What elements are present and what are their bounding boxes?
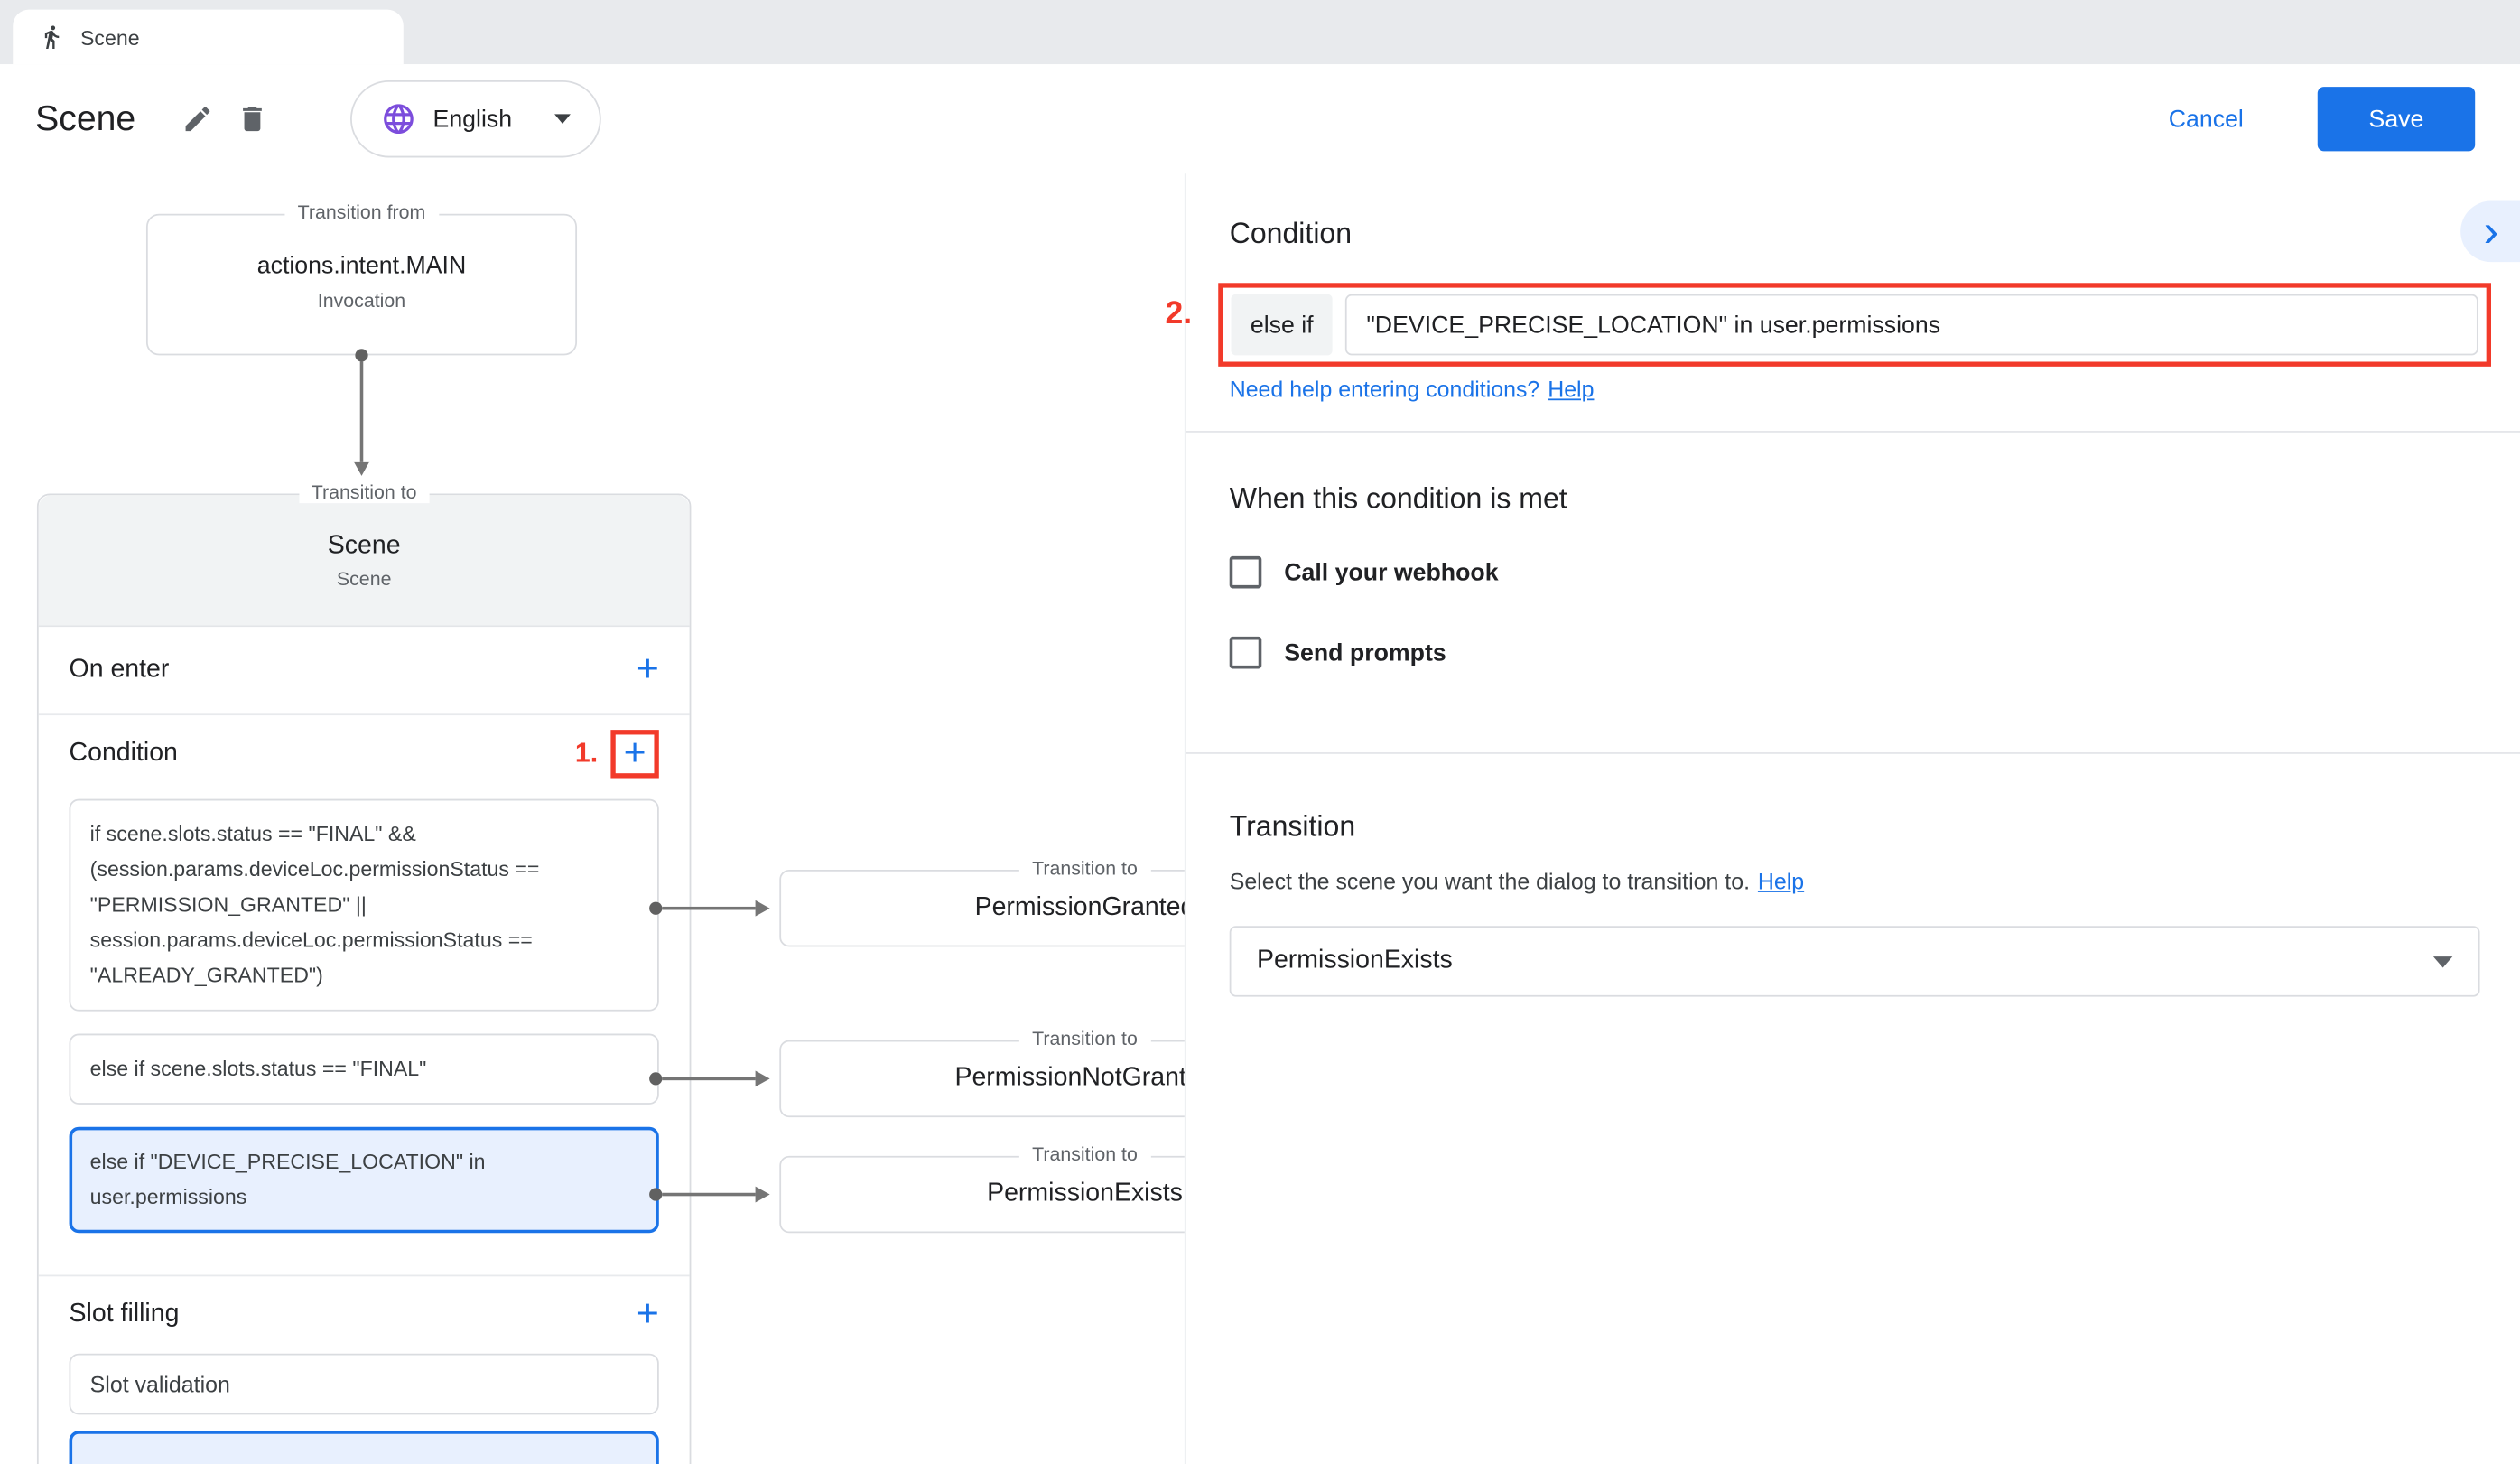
node-type: Invocation bbox=[148, 289, 575, 312]
app-window: Scene Scene English Cancel Save Transiti… bbox=[0, 0, 2520, 1464]
transition-description: Select the scene you want the dialog to … bbox=[1230, 868, 1804, 893]
target-name: PermissionGranted bbox=[975, 894, 1185, 923]
add-condition-button[interactable]: + bbox=[624, 733, 646, 775]
condition-editor-panel: Condition › 2. else if Need help enterin… bbox=[1185, 173, 2520, 1464]
on-enter-section: On enter + bbox=[39, 627, 690, 715]
connector-line bbox=[662, 1077, 755, 1081]
globe-icon bbox=[382, 101, 417, 136]
node-name: actions.intent.MAIN bbox=[148, 252, 575, 279]
when-met-title: When this condition is met bbox=[1230, 482, 1567, 516]
webhook-checkbox-row[interactable]: Call your webhook bbox=[1230, 556, 1499, 589]
arrow-right-icon bbox=[756, 1187, 770, 1203]
edge-label: Transition to bbox=[1019, 1143, 1150, 1166]
annotation-box-1: + bbox=[610, 730, 658, 778]
scene-name: Scene bbox=[328, 531, 401, 560]
send-prompts-checkbox[interactable] bbox=[1230, 637, 1262, 669]
tab-bar: Scene bbox=[0, 0, 2520, 64]
condition-item-2[interactable]: else if scene.slots.status == "FINAL" bbox=[70, 1034, 659, 1105]
condition-section: Condition 1. + if scene.slots.status == … bbox=[39, 715, 690, 1276]
app-header: Scene English Cancel Save bbox=[0, 64, 2520, 173]
help-prompt: Need help entering conditions? bbox=[1230, 377, 1540, 402]
cancel-button[interactable]: Cancel bbox=[2159, 104, 2253, 135]
connector-dot bbox=[649, 902, 662, 915]
scene-card-header[interactable]: Scene Scene bbox=[39, 495, 690, 627]
transition-select-value: PermissionExists bbox=[1257, 946, 1453, 975]
partial-selected-item[interactable] bbox=[70, 1431, 659, 1464]
scene-type: Scene bbox=[337, 566, 392, 589]
connector-line bbox=[662, 1193, 755, 1197]
connector-line bbox=[360, 362, 364, 462]
transition-desc-text: Select the scene you want the dialog to … bbox=[1230, 868, 1750, 893]
slot-filling-title: Slot filling bbox=[70, 1301, 180, 1329]
trash-icon bbox=[237, 103, 269, 135]
collapse-panel-button[interactable]: › bbox=[2460, 201, 2520, 263]
slot-validation-item[interactable]: Slot validation bbox=[70, 1354, 659, 1415]
language-selector[interactable]: English bbox=[351, 80, 600, 157]
delete-scene-button[interactable] bbox=[226, 91, 281, 146]
edit-title-button[interactable] bbox=[171, 91, 226, 146]
scene-graph: Transition from actions.intent.MAIN Invo… bbox=[0, 173, 1185, 1464]
select-caret-icon bbox=[2433, 956, 2452, 966]
edge-label: Transition to bbox=[299, 480, 430, 503]
arrow-right-icon bbox=[756, 1070, 770, 1086]
target-node-permission-granted[interactable]: Transition to PermissionGranted bbox=[779, 870, 1185, 946]
condition-prefix: else if bbox=[1231, 294, 1332, 356]
connector-line bbox=[662, 907, 755, 910]
target-name: PermissionNotGranted bbox=[954, 1064, 1184, 1093]
edge-label: Transition to bbox=[1019, 857, 1150, 880]
transition-select[interactable]: PermissionExists bbox=[1230, 926, 2480, 996]
pencil-icon bbox=[182, 103, 215, 135]
annotation-box-2: else if bbox=[1218, 283, 2491, 367]
target-node-permission-exists[interactable]: Transition to PermissionExists bbox=[779, 1156, 1185, 1233]
scene-node-card: Transition to Scene Scene On enter + Con… bbox=[37, 493, 691, 1464]
arrow-down-icon bbox=[354, 462, 370, 476]
transition-title: Transition bbox=[1230, 810, 1356, 844]
condition-expression-input[interactable] bbox=[1345, 294, 2478, 356]
connector-dot bbox=[355, 349, 367, 361]
edge-label: Transition to bbox=[1019, 1027, 1150, 1049]
dropdown-caret-icon bbox=[553, 114, 570, 124]
target-node-permission-not-granted[interactable]: Transition to PermissionNotGranted bbox=[779, 1040, 1185, 1117]
divider bbox=[1186, 752, 2520, 754]
condition-help-link[interactable]: Help bbox=[1548, 377, 1594, 402]
webhook-checkbox[interactable] bbox=[1230, 556, 1262, 589]
language-label: English bbox=[433, 106, 513, 133]
target-name: PermissionExists bbox=[987, 1180, 1183, 1209]
scene-walk-icon bbox=[39, 24, 64, 50]
page-title: Scene bbox=[35, 98, 135, 140]
tab-scene[interactable]: Scene bbox=[13, 10, 404, 65]
save-button[interactable]: Save bbox=[2318, 87, 2475, 151]
condition-item-3-selected[interactable]: else if "DEVICE_PRECISE_LOCATION" in use… bbox=[70, 1127, 659, 1233]
condition-section-title: Condition bbox=[70, 740, 178, 769]
divider bbox=[1186, 431, 2520, 433]
connector-dot bbox=[649, 1072, 662, 1085]
send-prompts-checkbox-row[interactable]: Send prompts bbox=[1230, 637, 1446, 669]
condition-help-line: Need help entering conditions? Help bbox=[1230, 377, 1595, 402]
condition-item-1[interactable]: if scene.slots.status == "FINAL" && (ses… bbox=[70, 799, 659, 1012]
add-on-enter-button[interactable]: + bbox=[637, 649, 659, 691]
annotation-step-2: 2. bbox=[1166, 296, 1193, 333]
edge-label: Transition from bbox=[284, 201, 438, 224]
annotation-step-1: 1. bbox=[575, 738, 598, 770]
arrow-right-icon bbox=[756, 900, 770, 917]
send-prompts-checkbox-label: Send prompts bbox=[1284, 639, 1446, 667]
connector-dot bbox=[649, 1188, 662, 1200]
chevron-right-icon: › bbox=[2484, 204, 2499, 259]
panel-title: Condition bbox=[1230, 217, 1352, 250]
transition-help-link[interactable]: Help bbox=[1758, 868, 1804, 893]
main-area: Transition from actions.intent.MAIN Invo… bbox=[0, 173, 2520, 1464]
webhook-checkbox-label: Call your webhook bbox=[1284, 559, 1498, 586]
tab-label: Scene bbox=[80, 25, 140, 50]
slot-filling-section: Slot filling + Slot validation bbox=[39, 1276, 690, 1464]
add-slot-button[interactable]: + bbox=[637, 1294, 659, 1336]
graph-node-invocation[interactable]: Transition from actions.intent.MAIN Invo… bbox=[146, 214, 577, 356]
on-enter-title: On enter bbox=[70, 656, 170, 685]
